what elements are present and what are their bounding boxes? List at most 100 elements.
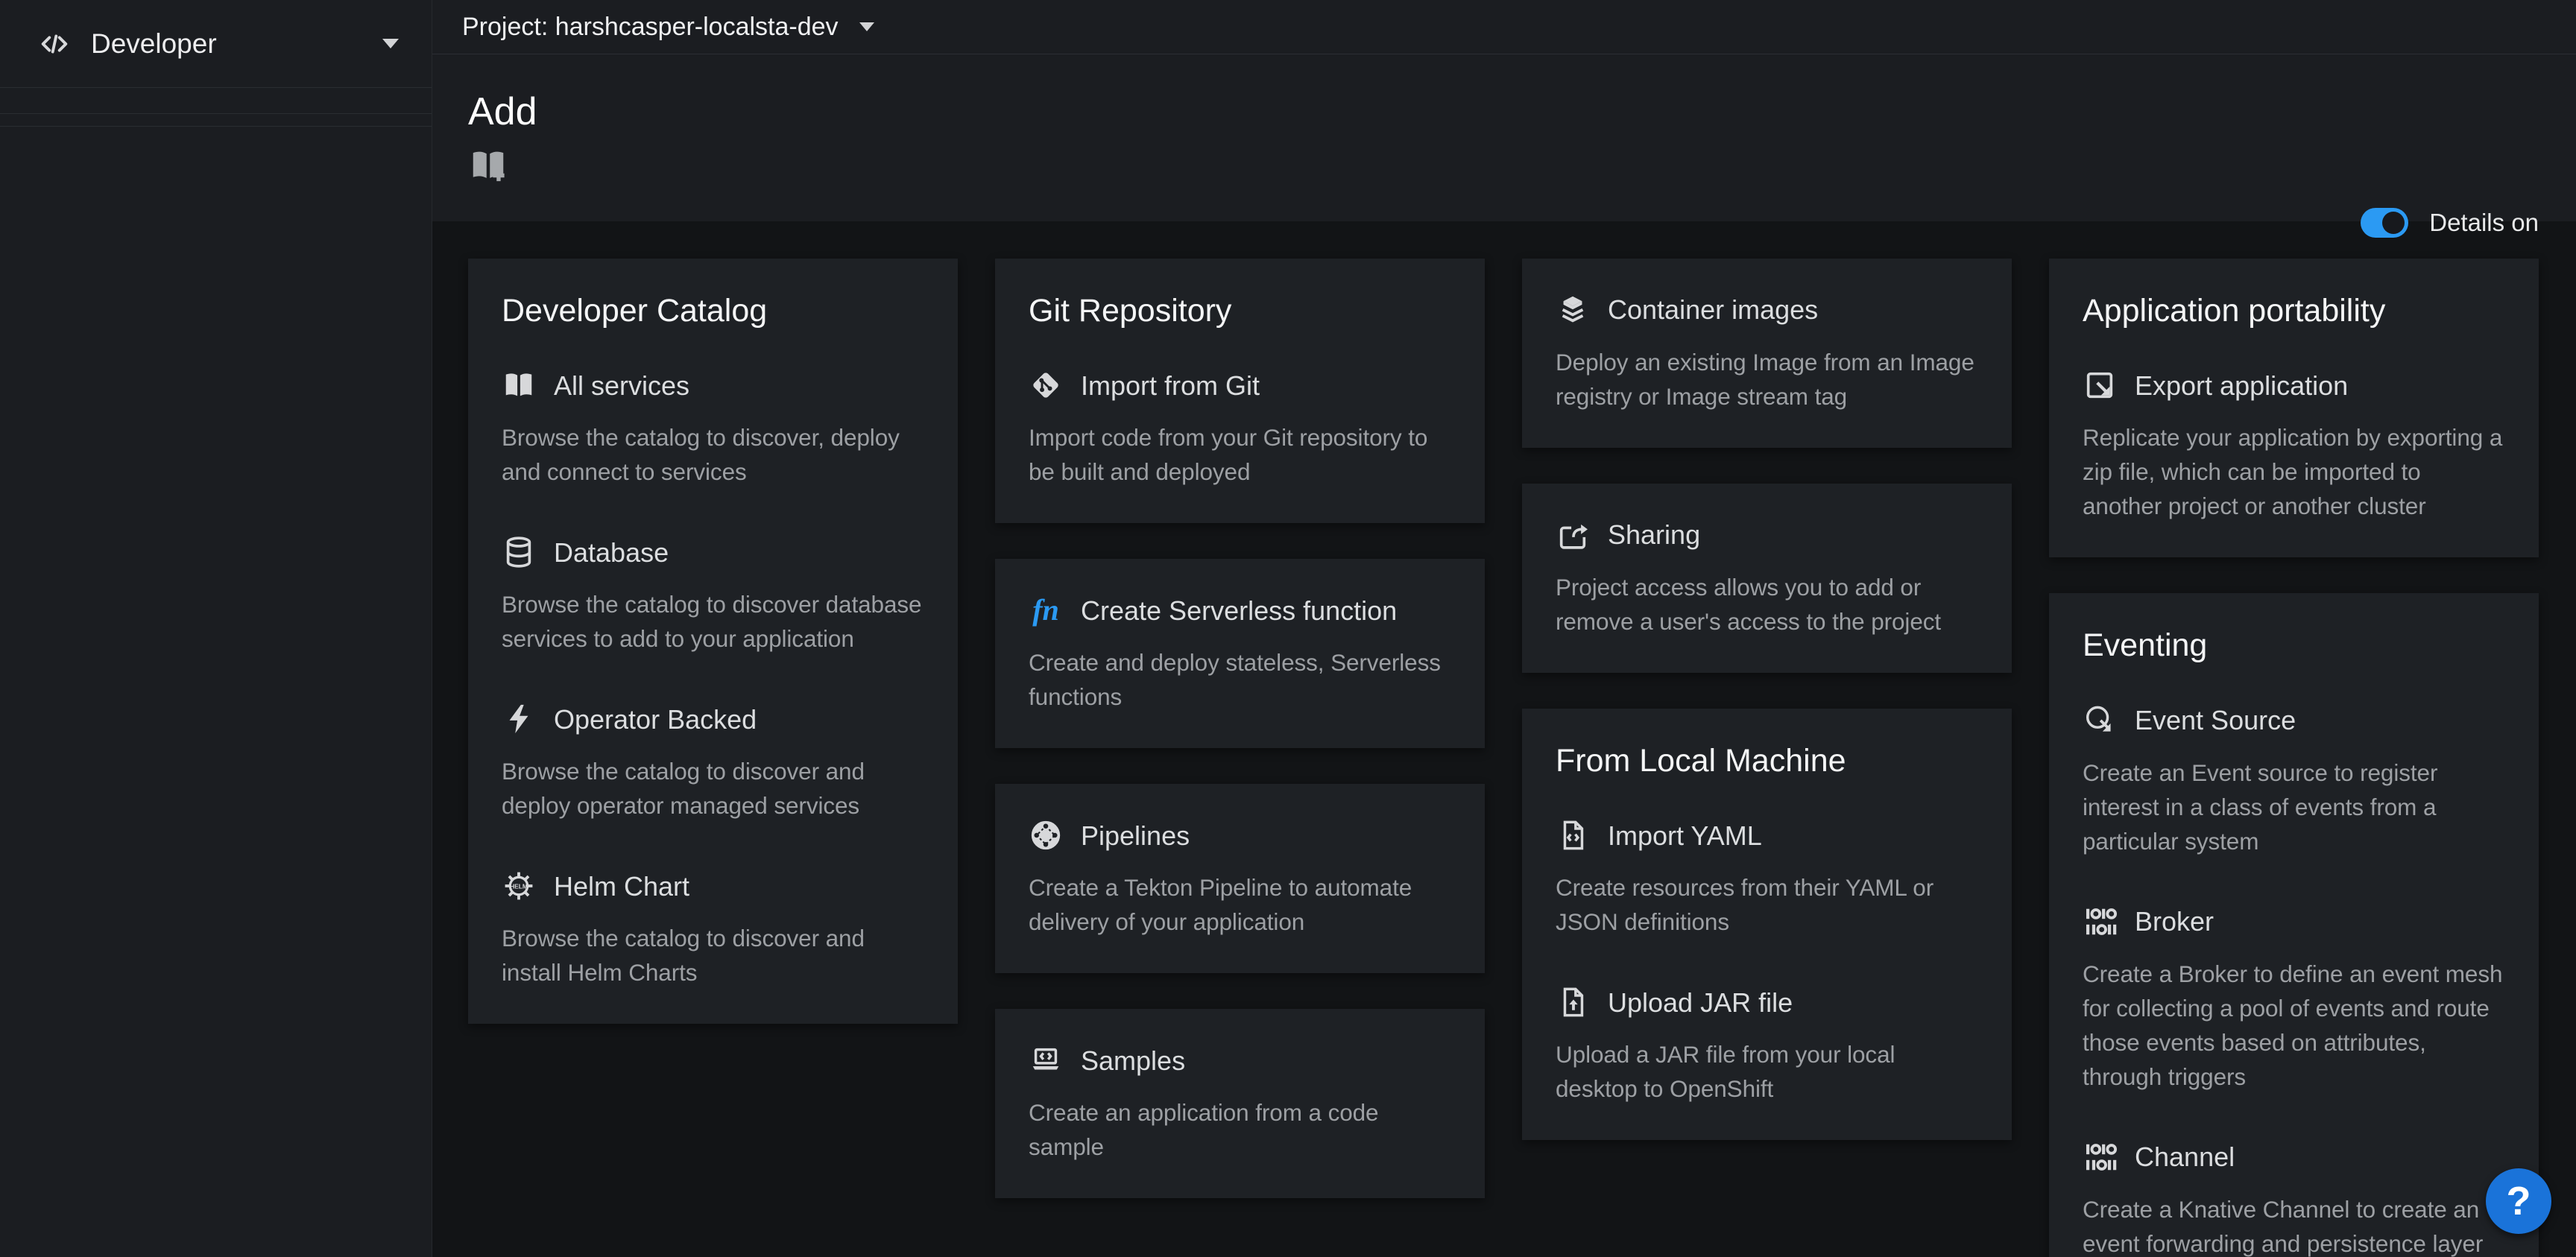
sidebar: Developer: [0, 0, 432, 1257]
card-item-broker[interactable]: Broker Create a Broker to define an even…: [2083, 905, 2505, 1094]
card-column-4: Application portability Export applicati…: [2049, 259, 2539, 1257]
card-item-event-source[interactable]: Event Source Create an Event source to r…: [2083, 703, 2505, 858]
card-item-title: Event Source: [2135, 704, 2296, 736]
layered-cube-icon: [1556, 293, 1590, 327]
card-item-head: Operator Backed: [502, 702, 924, 736]
card-item-head: Export application: [2083, 368, 2505, 402]
card-item-head: fn Create Serverless function: [1029, 593, 1451, 627]
perspective-switcher[interactable]: Developer: [0, 0, 432, 88]
project-bar: Project: harshcasper-localsta-dev: [432, 0, 2576, 54]
helm-icon: HELM: [502, 869, 536, 903]
card-items: Sharing Project access allows you to add…: [1556, 518, 1978, 639]
card-item-head: Import YAML: [1556, 818, 1978, 852]
card-item-title: Container images: [1608, 294, 1818, 326]
card-item-upload-jar-file[interactable]: Upload JAR file Upload a JAR file from y…: [1556, 985, 1978, 1106]
card-item-head: Broker: [2083, 905, 2505, 939]
card-item-head: Container images: [1556, 293, 1978, 327]
question-icon: ?: [2507, 1178, 2531, 1224]
card-item-export-application[interactable]: Export application Replicate your applic…: [2083, 368, 2505, 523]
fn-icon: fn: [1029, 593, 1063, 627]
help-button[interactable]: ?: [2486, 1168, 2551, 1234]
book-plus-icon[interactable]: [468, 145, 508, 186]
card-items: Export application Replicate your applic…: [2083, 368, 2505, 523]
card-item-title: All services: [554, 370, 689, 402]
toggle-knob: [2382, 212, 2405, 234]
card: fn Create Serverless function Create and…: [995, 559, 1485, 748]
file-upload-icon: [1556, 985, 1590, 1019]
card-item-operator-backed[interactable]: Operator Backed Browse the catalog to di…: [502, 702, 924, 823]
card-item-title: Helm Chart: [554, 870, 689, 902]
card-items: Event Source Create an Event source to r…: [2083, 703, 2505, 1257]
card-column-1: Developer Catalog All services Browse th…: [468, 259, 958, 1024]
details-toggle-label: Details on: [2429, 209, 2539, 237]
card-title: Eventing: [2083, 627, 2505, 664]
export-icon: [2083, 368, 2117, 402]
card-items: Container images Deploy an existing Imag…: [1556, 293, 1978, 414]
file-code-icon: [1556, 818, 1590, 852]
card-item-description: Create an Event source to register inter…: [2083, 756, 2505, 858]
perspective-label: Developer: [91, 28, 217, 60]
card-item-description: Create and deploy stateless, Serverless …: [1029, 645, 1451, 714]
card: Eventing Event Source Create an Event so…: [2049, 593, 2539, 1257]
card-item-create-serverless-function[interactable]: fn Create Serverless function Create and…: [1029, 593, 1451, 714]
page-title: Add: [468, 89, 2540, 135]
card-item-title: Database: [554, 536, 669, 569]
card-item-head: Event Source: [2083, 703, 2505, 738]
card-item-head: HELM Helm Chart: [502, 869, 924, 903]
card-item-description: Browse the catalog to discover database …: [502, 587, 924, 656]
project-selector[interactable]: Project: harshcasper-localsta-dev: [462, 13, 874, 42]
card-item-pipelines[interactable]: Pipelines Create a Tekton Pipeline to au…: [1029, 818, 1451, 939]
card-item-container-images[interactable]: Container images Deploy an existing Imag…: [1556, 293, 1978, 414]
card-item-all-services[interactable]: All services Browse the catalog to disco…: [502, 368, 924, 489]
card: Git Repository Import from Git Import co…: [995, 259, 1485, 523]
card-item-helm-chart[interactable]: HELM Helm Chart Browse the catalog to di…: [502, 869, 924, 990]
bolt-icon: [502, 702, 536, 736]
laptop-code-icon: [1029, 1043, 1063, 1077]
card-item-description: Upload a JAR file from your local deskto…: [1556, 1037, 1978, 1106]
project-selector-label: Project: harshcasper-localsta-dev: [462, 13, 839, 42]
card-item-samples[interactable]: Samples Create an application from a cod…: [1029, 1043, 1451, 1164]
card: Container images Deploy an existing Imag…: [1522, 259, 2012, 448]
card-item-description: Create resources from their YAML or JSON…: [1556, 870, 1978, 939]
share-icon: [1556, 518, 1590, 552]
card-column-3: Container images Deploy an existing Imag…: [1522, 259, 2012, 1140]
card-item-description: Browse the catalog to discover, deploy a…: [502, 420, 924, 489]
details-toggle[interactable]: [2361, 208, 2408, 238]
card-item-head: Sharing: [1556, 518, 1978, 552]
details-toggle-group: Details on: [2361, 208, 2539, 238]
app-window: Developer Project: harshcasper-localsta-…: [0, 0, 2576, 1257]
card-item-description: Create an application from a code sample: [1029, 1095, 1451, 1164]
main-area: Project: harshcasper-localsta-dev Add De…: [432, 0, 2576, 1257]
card-items: fn Create Serverless function Create and…: [1029, 593, 1451, 714]
card-item-import-from-git[interactable]: Import from Git Import code from your Gi…: [1029, 368, 1451, 489]
card-item-head: Database: [502, 535, 924, 569]
card: Pipelines Create a Tekton Pipeline to au…: [995, 784, 1485, 973]
card-title: Developer Catalog: [502, 293, 924, 329]
card-item-title: Samples: [1081, 1045, 1185, 1077]
chevron-down-icon: [859, 22, 874, 31]
card-item-database[interactable]: Database Browse the catalog to discover …: [502, 535, 924, 656]
card-item-description: Create a Broker to define an event mesh …: [2083, 957, 2505, 1094]
card-item-description: Browse the catalog to discover and deplo…: [502, 754, 924, 823]
card-item-sharing[interactable]: Sharing Project access allows you to add…: [1556, 518, 1978, 639]
card-item-description: Create a Tekton Pipeline to automate del…: [1029, 870, 1451, 939]
event-source-icon: [2083, 703, 2117, 738]
sidebar-nav-group: [0, 101, 432, 113]
card-item-head: Import from Git: [1029, 368, 1451, 402]
binary-icon: [2083, 1140, 2117, 1174]
tekton-icon: [1029, 818, 1063, 852]
card-item-description: Import code from your Git repository to …: [1029, 420, 1451, 489]
card: Samples Create an application from a cod…: [995, 1009, 1485, 1198]
card-items: All services Browse the catalog to disco…: [502, 368, 924, 990]
git-icon: [1029, 368, 1063, 402]
card-item-title: Export application: [2135, 370, 2348, 402]
card-columns: Developer Catalog All services Browse th…: [468, 259, 2540, 1257]
card-title: From Local Machine: [1556, 743, 1978, 779]
card-item-channel[interactable]: Channel Create a Knative Channel to crea…: [2083, 1140, 2505, 1257]
card-item-head: Upload JAR file: [1556, 985, 1978, 1019]
card-item-title: Broker: [2135, 905, 2214, 937]
card-item-head: All services: [502, 368, 924, 402]
card-item-import-yaml[interactable]: Import YAML Create resources from their …: [1556, 818, 1978, 939]
card: Application portability Export applicati…: [2049, 259, 2539, 557]
card-items: Samples Create an application from a cod…: [1029, 1043, 1451, 1164]
